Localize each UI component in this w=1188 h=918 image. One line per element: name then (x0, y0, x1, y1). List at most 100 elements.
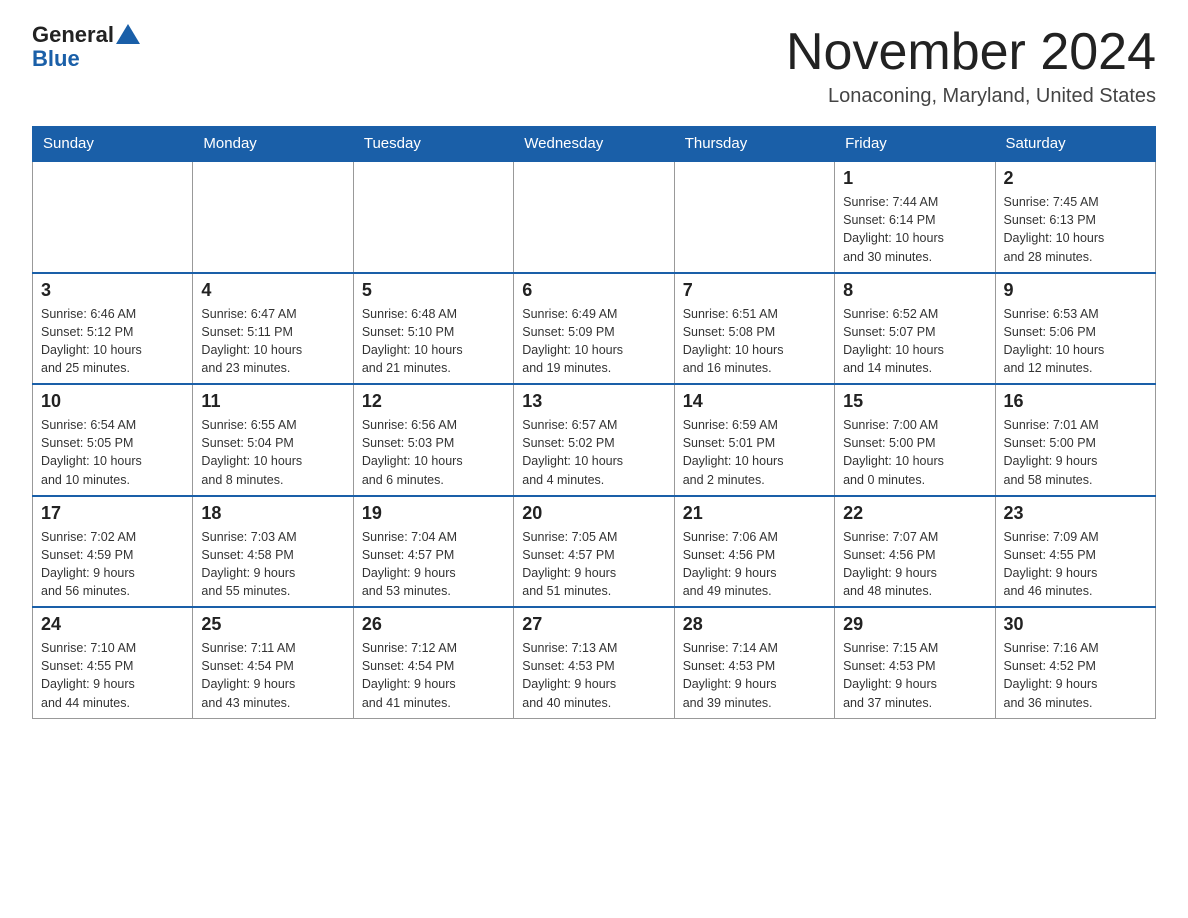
calendar-header-friday: Friday (835, 127, 995, 162)
calendar-cell: 10Sunrise: 6:54 AM Sunset: 5:05 PM Dayli… (33, 384, 193, 496)
calendar-cell: 6Sunrise: 6:49 AM Sunset: 5:09 PM Daylig… (514, 273, 674, 385)
day-number: 23 (1004, 503, 1147, 524)
logo-general-text: General (32, 24, 114, 46)
calendar-cell (33, 161, 193, 273)
day-info: Sunrise: 6:56 AM Sunset: 5:03 PM Dayligh… (362, 416, 505, 489)
day-number: 14 (683, 391, 826, 412)
calendar-cell: 3Sunrise: 6:46 AM Sunset: 5:12 PM Daylig… (33, 273, 193, 385)
day-number: 10 (41, 391, 184, 412)
day-info: Sunrise: 7:03 AM Sunset: 4:58 PM Dayligh… (201, 528, 344, 601)
calendar-cell: 24 Sunrise: 7:10 AM Sunset: 4:55 PM Dayli… (33, 607, 193, 718)
calendar-cell: 17Sunrise: 7:02 AM Sunset: 4:59 PM Dayli… (33, 496, 193, 608)
day-info: Sunrise: 7:09 AM Sunset: 4:55 PM Dayligh… (1004, 528, 1147, 601)
calendar-cell: 23 Sunrise: 7:09 AM Sunset: 4:55 PM Dayli… (995, 496, 1155, 608)
calendar-header-wednesday: Wednesday (514, 127, 674, 162)
calendar-cell: 4 Sunrise: 6:47 AM Sunset: 5:11 PM Daylig… (193, 273, 353, 385)
logo-triangle-icon (116, 24, 140, 44)
day-number: 12 (362, 391, 505, 412)
day-info: Sunrise: 6:48 AM Sunset: 5:10 PM Dayligh… (362, 305, 505, 378)
calendar-cell: 1Sunrise: 7:44 AM Sunset: 6:14 PM Daylig… (835, 161, 995, 273)
day-info: Sunrise: 6:52 AM Sunset: 5:07 PM Dayligh… (843, 305, 986, 378)
day-number: 29 (843, 614, 986, 635)
day-info: Sunrise: 6:47 AM Sunset: 5:11 PM Dayligh… (201, 305, 344, 378)
logo: General Blue (32, 24, 142, 72)
day-info: Sunrise: 6:51 AM Sunset: 5:08 PM Dayligh… (683, 305, 826, 378)
day-info: Sunrise: 6:55 AM Sunset: 5:04 PM Dayligh… (201, 416, 344, 489)
day-info: Sunrise: 7:45 AM Sunset: 6:13 PM Dayligh… (1004, 193, 1147, 266)
calendar-header-monday: Monday (193, 127, 353, 162)
page-title: November 2024 (786, 24, 1156, 81)
page-header: General Blue November 2024 Lonaconing, M… (32, 24, 1156, 108)
day-number: 8 (843, 280, 986, 301)
title-area: November 2024 Lonaconing, Maryland, Unit… (786, 24, 1156, 108)
calendar-week-row: 24 Sunrise: 7:10 AM Sunset: 4:55 PM Dayli… (33, 607, 1156, 718)
day-info: Sunrise: 7:16 AM Sunset: 4:52 PM Dayligh… (1004, 639, 1147, 712)
calendar-week-row: 10Sunrise: 6:54 AM Sunset: 5:05 PM Dayli… (33, 384, 1156, 496)
day-info: Sunrise: 7:10 AM Sunset: 4:55 PM Dayligh… (41, 639, 184, 712)
calendar-cell: 30 Sunrise: 7:16 AM Sunset: 4:52 PM Dayli… (995, 607, 1155, 718)
day-number: 15 (843, 391, 986, 412)
day-number: 18 (201, 503, 344, 524)
calendar-week-row: 3Sunrise: 6:46 AM Sunset: 5:12 PM Daylig… (33, 273, 1156, 385)
day-number: 20 (522, 503, 665, 524)
calendar-cell (514, 161, 674, 273)
day-number: 13 (522, 391, 665, 412)
calendar-cell: 15 Sunrise: 7:00 AM Sunset: 5:00 PM Dayli… (835, 384, 995, 496)
calendar-cell: 27 Sunrise: 7:13 AM Sunset: 4:53 PM Dayli… (514, 607, 674, 718)
calendar-cell: 12 Sunrise: 6:56 AM Sunset: 5:03 PM Dayli… (353, 384, 513, 496)
day-info: Sunrise: 6:46 AM Sunset: 5:12 PM Dayligh… (41, 305, 184, 378)
day-number: 25 (201, 614, 344, 635)
day-number: 26 (362, 614, 505, 635)
day-info: Sunrise: 7:01 AM Sunset: 5:00 PM Dayligh… (1004, 416, 1147, 489)
day-info: Sunrise: 6:53 AM Sunset: 5:06 PM Dayligh… (1004, 305, 1147, 378)
day-number: 5 (362, 280, 505, 301)
day-info: Sunrise: 7:00 AM Sunset: 5:00 PM Dayligh… (843, 416, 986, 489)
day-number: 16 (1004, 391, 1147, 412)
day-number: 9 (1004, 280, 1147, 301)
calendar-header-row: SundayMondayTuesdayWednesdayThursdayFrid… (33, 127, 1156, 162)
day-number: 27 (522, 614, 665, 635)
day-number: 30 (1004, 614, 1147, 635)
calendar-cell: 29Sunrise: 7:15 AM Sunset: 4:53 PM Dayli… (835, 607, 995, 718)
calendar-cell: 21Sunrise: 7:06 AM Sunset: 4:56 PM Dayli… (674, 496, 834, 608)
logo-blue-text: Blue (32, 46, 80, 71)
day-info: Sunrise: 7:13 AM Sunset: 4:53 PM Dayligh… (522, 639, 665, 712)
day-info: Sunrise: 7:12 AM Sunset: 4:54 PM Dayligh… (362, 639, 505, 712)
calendar-cell: 26 Sunrise: 7:12 AM Sunset: 4:54 PM Dayli… (353, 607, 513, 718)
day-info: Sunrise: 7:44 AM Sunset: 6:14 PM Dayligh… (843, 193, 986, 266)
calendar-cell (674, 161, 834, 273)
day-info: Sunrise: 7:04 AM Sunset: 4:57 PM Dayligh… (362, 528, 505, 601)
calendar-cell: 22Sunrise: 7:07 AM Sunset: 4:56 PM Dayli… (835, 496, 995, 608)
calendar-week-row: 17Sunrise: 7:02 AM Sunset: 4:59 PM Dayli… (33, 496, 1156, 608)
day-number: 11 (201, 391, 344, 412)
day-info: Sunrise: 6:49 AM Sunset: 5:09 PM Dayligh… (522, 305, 665, 378)
calendar-cell: 25 Sunrise: 7:11 AM Sunset: 4:54 PM Dayli… (193, 607, 353, 718)
page-subtitle: Lonaconing, Maryland, United States (786, 85, 1156, 108)
day-number: 7 (683, 280, 826, 301)
day-info: Sunrise: 7:11 AM Sunset: 4:54 PM Dayligh… (201, 639, 344, 712)
calendar-cell: 5 Sunrise: 6:48 AM Sunset: 5:10 PM Daylig… (353, 273, 513, 385)
calendar-header-thursday: Thursday (674, 127, 834, 162)
calendar-header-saturday: Saturday (995, 127, 1155, 162)
calendar-cell: 16 Sunrise: 7:01 AM Sunset: 5:00 PM Dayli… (995, 384, 1155, 496)
calendar-cell: 19 Sunrise: 7:04 AM Sunset: 4:57 PM Dayli… (353, 496, 513, 608)
calendar-cell: 14 Sunrise: 6:59 AM Sunset: 5:01 PM Dayli… (674, 384, 834, 496)
calendar-cell: 11 Sunrise: 6:55 AM Sunset: 5:04 PM Dayli… (193, 384, 353, 496)
calendar-cell (193, 161, 353, 273)
day-number: 4 (201, 280, 344, 301)
calendar-header-tuesday: Tuesday (353, 127, 513, 162)
day-number: 19 (362, 503, 505, 524)
calendar-cell: 18 Sunrise: 7:03 AM Sunset: 4:58 PM Dayli… (193, 496, 353, 608)
calendar-cell: 9 Sunrise: 6:53 AM Sunset: 5:06 PM Daylig… (995, 273, 1155, 385)
calendar-cell: 8 Sunrise: 6:52 AM Sunset: 5:07 PM Daylig… (835, 273, 995, 385)
day-info: Sunrise: 6:59 AM Sunset: 5:01 PM Dayligh… (683, 416, 826, 489)
day-number: 28 (683, 614, 826, 635)
day-number: 21 (683, 503, 826, 524)
calendar-header-sunday: Sunday (33, 127, 193, 162)
day-number: 17 (41, 503, 184, 524)
calendar-week-row: 1Sunrise: 7:44 AM Sunset: 6:14 PM Daylig… (33, 161, 1156, 273)
calendar-cell (353, 161, 513, 273)
day-number: 24 (41, 614, 184, 635)
day-info: Sunrise: 7:14 AM Sunset: 4:53 PM Dayligh… (683, 639, 826, 712)
calendar-cell: 28 Sunrise: 7:14 AM Sunset: 4:53 PM Dayli… (674, 607, 834, 718)
